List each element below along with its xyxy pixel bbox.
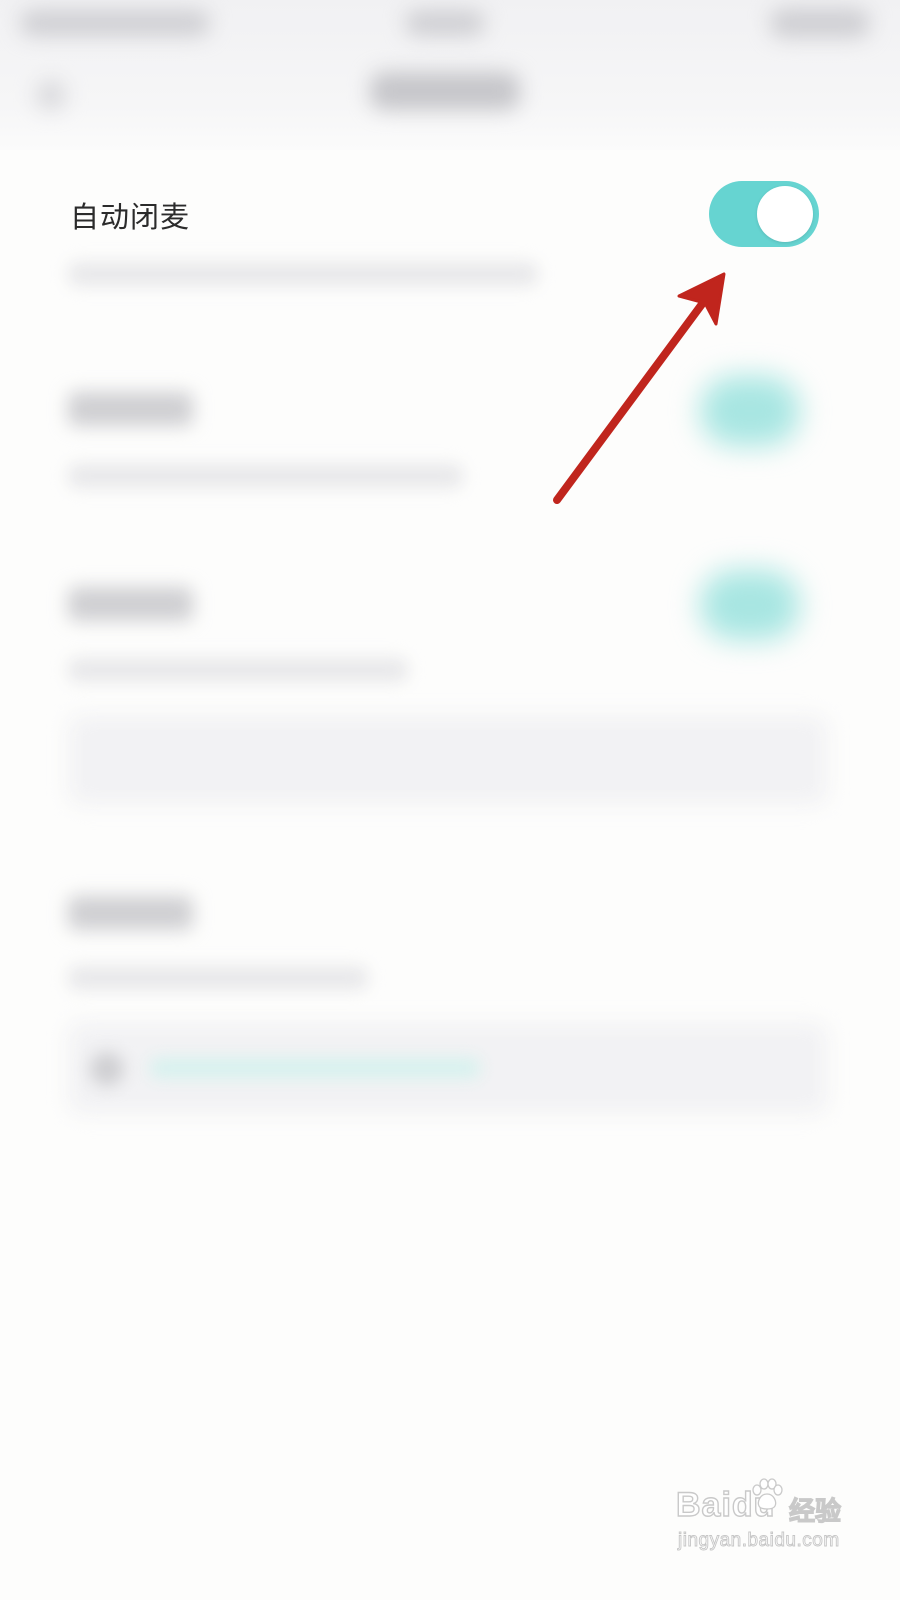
setting-3-title-blurred xyxy=(68,587,193,621)
arrow-shaft xyxy=(553,292,712,504)
setting-3-toggle-blurred[interactable] xyxy=(700,570,800,640)
back-icon[interactable] xyxy=(36,80,66,110)
arrow-head xyxy=(677,272,726,326)
setting-3-option-card-blurred[interactable] xyxy=(68,715,828,805)
slider-fill-blurred[interactable] xyxy=(150,1058,480,1078)
paw-icon xyxy=(752,1478,783,1510)
setting-2-title-blurred xyxy=(68,392,193,426)
page-title-blurred xyxy=(370,72,520,110)
top-bar-blurred xyxy=(0,0,900,150)
status-center-blurred xyxy=(405,10,485,36)
setting-4-description-blurred xyxy=(68,966,368,990)
status-battery-blurred xyxy=(770,8,870,38)
auto-mute-description-blurred xyxy=(68,262,538,286)
toggle-knob xyxy=(757,186,813,242)
setting-2-description-blurred xyxy=(68,464,463,488)
volume-icon xyxy=(90,1052,124,1086)
watermark-url: jingyan.baidu.com xyxy=(678,1530,840,1552)
setting-2-toggle-blurred[interactable] xyxy=(700,376,800,446)
settings-screen: 自动闭麦 Baidu 经验 jingyan.baidu.com xyxy=(0,0,900,1600)
watermark-label: 经验 xyxy=(788,1496,842,1527)
setting-3-description-blurred xyxy=(68,658,408,682)
setting-4-title-blurred xyxy=(68,896,193,930)
auto-mute-label: 自动闭麦 xyxy=(70,200,191,234)
status-time-blurred xyxy=(20,10,210,36)
auto-mute-toggle[interactable] xyxy=(709,181,819,247)
watermark: Baidu 经验 jingyan.baidu.com xyxy=(675,1478,846,1558)
